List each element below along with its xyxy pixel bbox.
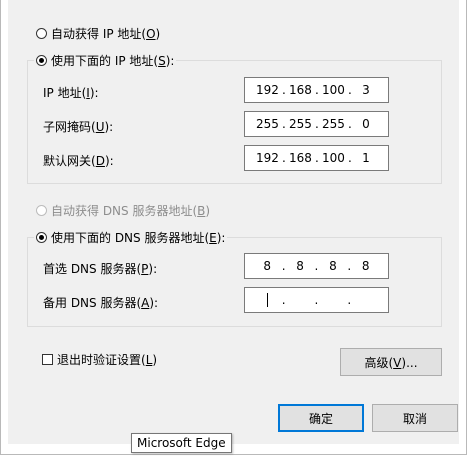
octet-dot: .: [315, 117, 319, 131]
manual-ip-label: 使用下面的 IP 地址(S):: [51, 54, 175, 68]
radio-indicator-checked[interactable]: [36, 55, 47, 66]
octet-dot: .: [282, 151, 286, 165]
octet-dot: .: [347, 151, 352, 165]
manual-ip-radio[interactable]: 使用下面的 IP 地址(S):: [34, 52, 177, 69]
octet-dot: .: [314, 259, 319, 273]
text-caret: [266, 293, 268, 308]
cancel-button[interactable]: 取消: [372, 404, 458, 432]
octet: 8: [361, 259, 370, 273]
octet: 8: [263, 259, 272, 273]
octet: 100: [321, 151, 345, 165]
validate-settings-label: 退出时验证设置(L): [57, 353, 158, 367]
taskbar-tooltip: Microsoft Edge: [131, 433, 232, 453]
octet-dot: .: [347, 293, 352, 307]
radio-indicator[interactable]: [36, 28, 47, 39]
auto-dns-radio: 自动获得 DNS 服务器地址(B): [36, 202, 210, 219]
alternate-dns-field[interactable]: . . .: [244, 287, 389, 313]
auto-ip-label: 自动获得 IP 地址(O): [51, 27, 161, 41]
octet: 8: [329, 259, 337, 273]
auto-dns-label: 自动获得 DNS 服务器地址(B): [51, 204, 211, 218]
octet-dot: .: [282, 83, 286, 97]
octet-dot: .: [347, 117, 352, 131]
advanced-button-label: 高级(V)...: [364, 355, 418, 370]
octet: 0: [362, 117, 370, 131]
alternate-dns-label: 备用 DNS 服务器(A):: [43, 296, 159, 310]
octet-dot: .: [347, 259, 352, 273]
ok-button[interactable]: 确定: [278, 404, 364, 432]
manual-dns-radio[interactable]: 使用下面的 DNS 服务器地址(E):: [34, 229, 228, 246]
checkbox-box[interactable]: [42, 354, 53, 365]
radio-indicator-checked[interactable]: [36, 232, 47, 243]
octet: 168: [288, 83, 312, 97]
validate-settings-checkbox[interactable]: 退出时验证设置(L): [42, 351, 157, 368]
octet-dot: .: [281, 293, 286, 307]
cancel-button-label: 取消: [402, 411, 427, 426]
octet-dot: .: [281, 259, 286, 273]
auto-ip-radio[interactable]: 自动获得 IP 地址(O): [36, 25, 160, 42]
octet: [256, 293, 278, 308]
ok-button-label: 确定: [308, 411, 333, 426]
radio-indicator-disabled: [36, 205, 47, 216]
octet: 255: [256, 117, 279, 131]
octet-dot: .: [314, 293, 319, 307]
octet-dot: .: [347, 83, 352, 97]
octet: 1: [362, 151, 370, 165]
tooltip-text: Microsoft Edge: [137, 436, 226, 450]
preferred-dns-field[interactable]: 8. 8. 8. 8: [244, 253, 389, 279]
default-gateway-label: 默认网关(D):: [43, 154, 114, 168]
default-gateway-field[interactable]: 192. 168. 100. 1: [244, 145, 389, 171]
octet: 168: [288, 151, 312, 165]
octet-dot: .: [315, 151, 319, 165]
ip-address-field[interactable]: 192. 168. 100. 3: [244, 77, 389, 103]
octet: 3: [362, 83, 370, 97]
octet: 192: [256, 83, 279, 97]
advanced-button[interactable]: 高级(V)...: [340, 348, 442, 376]
preferred-dns-label: 首选 DNS 服务器(P):: [43, 262, 158, 276]
subnet-mask-field[interactable]: 255. 255. 255. 0: [244, 111, 389, 137]
octet-dot: .: [282, 117, 286, 131]
manual-dns-label: 使用下面的 DNS 服务器地址(E):: [51, 231, 226, 245]
octet-dot: .: [315, 83, 319, 97]
octet: 255: [288, 117, 312, 131]
octet: 192: [256, 151, 279, 165]
manual-dns-groupbox: [27, 237, 442, 327]
ip-address-label: IP 地址(I):: [43, 86, 99, 100]
octet: 100: [321, 83, 345, 97]
octet: 255: [321, 117, 345, 131]
octet: 8: [296, 259, 304, 273]
subnet-mask-label: 子网掩码(U):: [43, 120, 114, 134]
